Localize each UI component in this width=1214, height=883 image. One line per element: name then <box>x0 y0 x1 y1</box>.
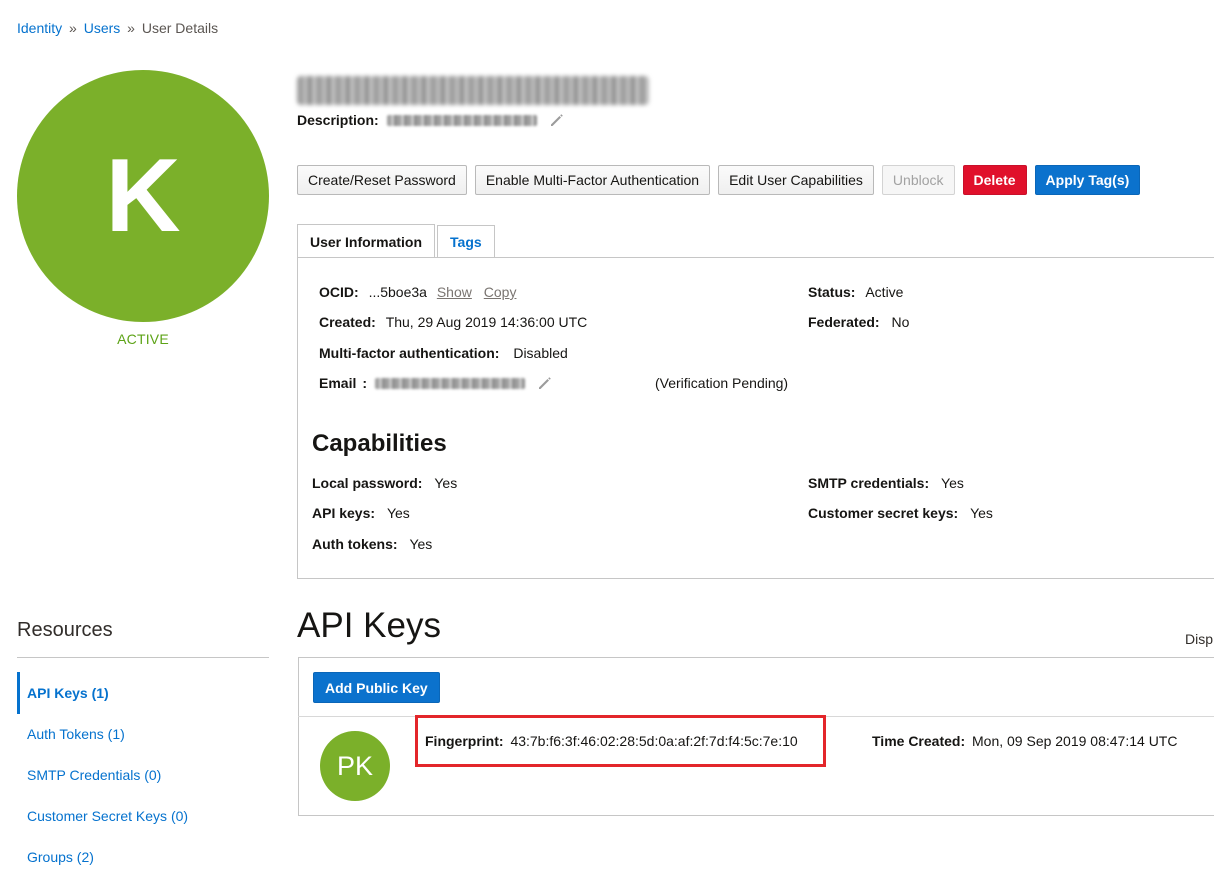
ocid-label: OCID: <box>319 284 359 300</box>
user-status-label: ACTIVE <box>117 331 169 347</box>
create-reset-password-button[interactable]: Create/Reset Password <box>297 165 467 195</box>
delete-button[interactable]: Delete <box>962 165 1027 195</box>
ocid-row: OCID: ...5boe3a Show Copy <box>319 284 516 300</box>
created-value: Thu, 29 Aug 2019 14:36:00 UTC <box>385 314 588 330</box>
federated-row: Federated: No <box>808 314 909 330</box>
breadcrumb-separator: » <box>127 20 135 36</box>
customer-secret-cap-row: Customer secret keys: Yes <box>808 505 993 521</box>
email-label: Email <box>319 375 357 391</box>
resources-divider <box>17 657 269 658</box>
apply-tags-button[interactable]: Apply Tag(s) <box>1034 165 1141 195</box>
customer-secret-cap-label: Customer secret keys: <box>808 505 959 521</box>
breadcrumb-separator: » <box>69 20 77 36</box>
breadcrumb: Identity » Users » User Details <box>17 20 218 36</box>
federated-value: No <box>891 314 910 330</box>
email-value-redacted <box>375 377 526 389</box>
status-row: Status: Active <box>808 284 903 300</box>
smtp-cap-label: SMTP credentials: <box>808 475 930 491</box>
resource-item-api-keys[interactable]: API Keys (1) <box>27 685 109 701</box>
user-name-redacted <box>297 76 649 105</box>
local-password-row: Local password: Yes <box>312 475 457 491</box>
enable-mfa-button[interactable]: Enable Multi-Factor Authentication <box>474 165 711 195</box>
resource-item-customer-secret-keys[interactable]: Customer Secret Keys (0) <box>27 808 188 824</box>
api-key-avatar: PK <box>320 731 390 801</box>
auth-tokens-cap-label: Auth tokens: <box>312 536 398 552</box>
created-row: Created: Thu, 29 Aug 2019 14:36:00 UTC <box>319 314 587 330</box>
action-toolbar: Create/Reset Password Enable Multi-Facto… <box>297 165 1141 195</box>
ocid-show-link[interactable]: Show <box>437 284 472 300</box>
tab-user-information[interactable]: User Information <box>297 224 436 258</box>
mfa-row: Multi-factor authentication: Disabled <box>319 345 568 361</box>
resource-item-auth-tokens[interactable]: Auth Tokens (1) <box>27 726 125 742</box>
resource-item-smtp-credentials[interactable]: SMTP Credentials (0) <box>27 767 161 783</box>
customer-secret-cap-value: Yes <box>970 505 993 521</box>
ocid-value: ...5boe3a <box>368 284 427 300</box>
user-information-panel <box>297 257 1214 579</box>
resources-heading: Resources <box>17 619 113 641</box>
fingerprint-highlight-box <box>415 715 826 767</box>
description-row: Description: <box>297 112 565 128</box>
federated-label: Federated: <box>808 314 880 330</box>
capabilities-heading: Capabilities <box>312 430 447 457</box>
api-keys-cap-value: Yes <box>386 505 410 521</box>
edit-user-capabilities-button[interactable]: Edit User Capabilities <box>718 165 874 195</box>
breadcrumb-current: User Details <box>141 20 219 36</box>
smtp-cap-value: Yes <box>941 475 964 491</box>
description-label: Description: <box>297 112 379 128</box>
add-public-key-button[interactable]: Add Public Key <box>313 672 440 703</box>
detail-tabs: User Information Tags <box>297 224 495 258</box>
breadcrumb-users-link[interactable]: Users <box>84 20 121 36</box>
auth-tokens-cap-row: Auth tokens: Yes <box>312 536 432 552</box>
avatar-letter: K <box>105 137 181 254</box>
status-value: Active <box>865 284 904 300</box>
resource-item-groups[interactable]: Groups (2) <box>27 849 94 865</box>
created-label: Created: <box>319 314 376 330</box>
api-keys-cap-row: API keys: Yes <box>312 505 410 521</box>
auth-tokens-cap-value: Yes <box>409 536 433 552</box>
local-password-label: Local password: <box>312 475 423 491</box>
email-row: Email : <box>319 375 553 391</box>
mfa-value: Disabled <box>513 345 568 361</box>
unblock-button[interactable]: Unblock <box>881 165 955 195</box>
description-value-redacted <box>386 114 537 126</box>
resources-active-indicator <box>17 672 20 714</box>
local-password-value: Yes <box>434 475 458 491</box>
user-avatar: K <box>17 70 269 322</box>
edit-email-icon[interactable] <box>537 375 553 391</box>
time-created-value: Mon, 09 Sep 2019 08:47:14 UTC <box>972 733 1178 749</box>
status-label: Status: <box>808 284 856 300</box>
time-created-label: Time Created: <box>872 733 966 749</box>
ocid-copy-link[interactable]: Copy <box>484 284 517 300</box>
smtp-cap-row: SMTP credentials: Yes <box>808 475 964 491</box>
email-colon: : <box>362 375 368 391</box>
api-keys-heading: API Keys <box>297 606 441 645</box>
tab-tags[interactable]: Tags <box>437 225 495 258</box>
breadcrumb-identity-link[interactable]: Identity <box>17 20 62 36</box>
time-created-row: Time Created: Mon, 09 Sep 2019 08:47:14 … <box>872 733 1177 749</box>
edit-description-icon[interactable] <box>549 112 565 128</box>
email-verification-status: (Verification Pending) <box>655 375 789 391</box>
api-keys-cap-label: API keys: <box>312 505 376 521</box>
mfa-label: Multi-factor authentication: <box>319 345 500 361</box>
display-truncated-label: Disp <box>1185 631 1214 647</box>
